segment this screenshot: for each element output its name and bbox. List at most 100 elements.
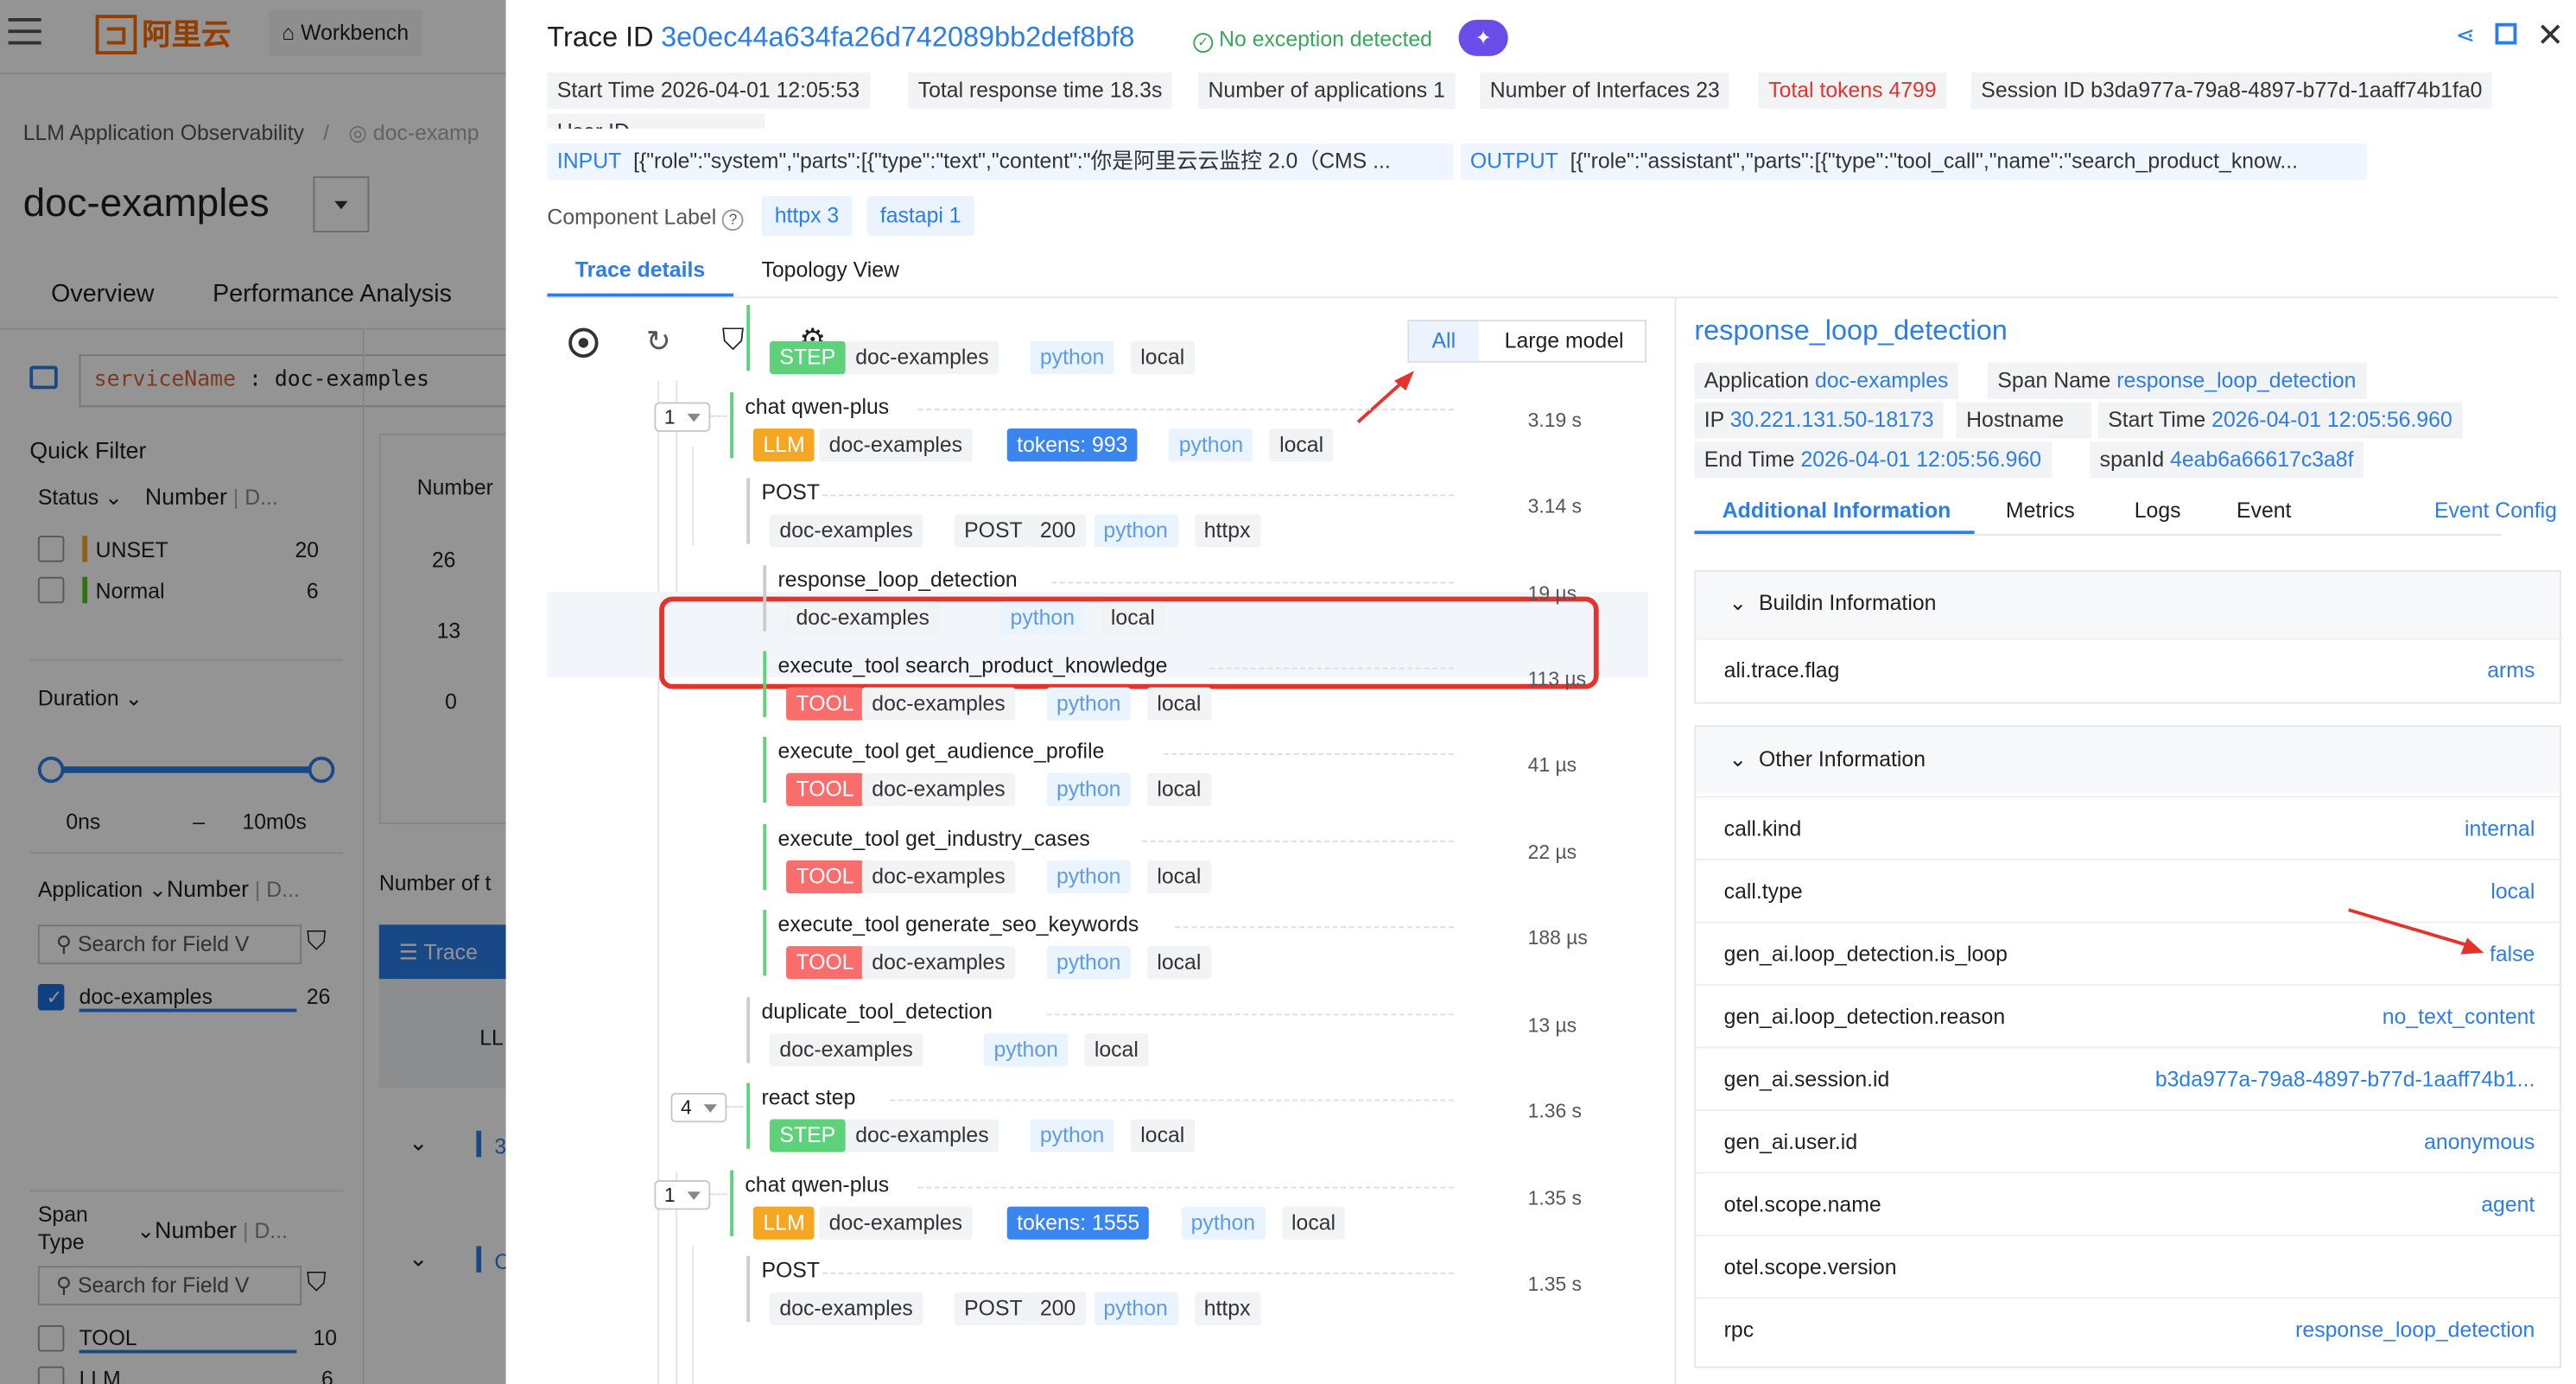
tag: POST: [954, 1292, 1033, 1325]
attribute-value[interactable]: internal: [2465, 816, 2535, 841]
attribute-row: gen_ai.user.id anonymous: [1696, 1109, 2563, 1172]
annotation-arrow: [2348, 908, 2484, 955]
tag: 200: [1030, 514, 1086, 548]
tag: local: [1084, 1033, 1149, 1067]
span-name: execute_tool search_product_knowledge: [777, 652, 1168, 678]
other-toggle[interactable]: ⌄ Other Information: [1729, 746, 1926, 773]
status-badge: ✓ No exception detected: [1193, 27, 1432, 54]
input-field[interactable]: INPUT [{"role":"system","parts":[{"type"…: [547, 143, 1454, 180]
attribute-value[interactable]: false: [2490, 941, 2535, 966]
attribute-row: gen_ai.session.id b3da977a-79a8-4897-b77d…: [1696, 1046, 2563, 1110]
tag: doc-examples: [786, 601, 940, 635]
span-row[interactable]: POST doc-examples POST 200 python httpx 3.14 s: [547, 474, 1667, 560]
attribute-row: otel.scope.name agent: [1696, 1171, 2563, 1235]
tag: python: [1181, 1206, 1266, 1240]
span-row[interactable]: execute_tool get_audience_profile TOOL doc…: [547, 733, 1667, 819]
span-row[interactable]: chat qwen-plus 1 LLM doc-examples tokens: 99…: [547, 389, 1667, 474]
span-name: execute_tool get_industry_cases: [777, 825, 1090, 851]
tag: local: [1130, 1119, 1195, 1152]
span-duration: 22 µs: [1527, 841, 1577, 864]
buildin-toggle[interactable]: ⌄ Buildin Information: [1729, 590, 1936, 617]
tag: doc-examples: [769, 1033, 923, 1067]
tag: local: [1146, 946, 1211, 980]
trace-id-value[interactable]: 3e0ec44a634fa26d742089bb2def8bf8: [661, 22, 1134, 54]
tag: local: [1281, 1206, 1346, 1240]
span-row[interactable]: execute_tool get_industry_cases TOOL doc-e…: [547, 821, 1667, 906]
span-duration: 19 µs: [1527, 581, 1577, 606]
tab-metrics[interactable]: Metrics: [2006, 498, 2075, 523]
span-duration: 3.14 s: [1527, 494, 1583, 518]
span-row[interactable]: react step 4 STEP doc-examples python local 1.…: [547, 1080, 1667, 1165]
attribute-value[interactable]: anonymous: [2424, 1129, 2535, 1154]
tag: doc-examples: [769, 1292, 923, 1325]
ai-analysis-button[interactable]: ✦: [1458, 19, 1508, 56]
tab-trace-details[interactable]: Trace details: [575, 257, 705, 283]
attribute-value[interactable]: no_text_content: [2382, 1004, 2535, 1029]
close-icon[interactable]: ✕: [2536, 15, 2564, 56]
tag: local: [1146, 860, 1211, 894]
token-badge: tokens: 1555: [1006, 1206, 1150, 1240]
attribute-row: otel.scope.version: [1696, 1235, 2563, 1298]
span-row[interactable]: duplicate_tool_detection doc-examples pyth…: [547, 994, 1667, 1079]
span-name: chat qwen-plus: [745, 393, 890, 419]
tag: python: [1030, 340, 1114, 375]
chevron-down-icon: ⌄: [1729, 590, 1748, 615]
attribute-value[interactable]: arms: [2487, 657, 2535, 682]
component-tag[interactable]: httpx 3: [761, 196, 853, 236]
trace-summary: Start Time 2026-04-01 12:05:53 Total res…: [547, 72, 2541, 129]
span-name: execute_tool get_audience_profile: [777, 738, 1105, 764]
tag: python: [1046, 860, 1131, 894]
tab-event[interactable]: Event: [2237, 498, 2291, 523]
tag: local: [1101, 601, 1165, 635]
attribute-value[interactable]: response_loop_detection: [2295, 1317, 2535, 1342]
span-row[interactable]: chat qwen-plus 1 LLM doc-examples tokens: 15…: [547, 1167, 1667, 1253]
tab-additional-info[interactable]: Additional Information: [1723, 498, 1951, 523]
trace-tree-panel: ↻ ⛉ ⚙ All Large model STEP doc-examples py…: [547, 298, 1676, 1384]
tag: python: [1169, 429, 1253, 462]
open-external-icon[interactable]: [2495, 22, 2517, 45]
tag: local: [1130, 340, 1195, 375]
tab-logs[interactable]: Logs: [2135, 498, 2181, 523]
tag: httpx: [1194, 514, 1260, 548]
span-duration: 188 µs: [1527, 926, 1588, 949]
collapse-count[interactable]: 1: [654, 402, 711, 432]
tag: local: [1146, 687, 1211, 721]
span-row[interactable]: STEP doc-examples python local: [547, 302, 1667, 387]
tag: python: [1046, 946, 1131, 980]
tag: doc-examples: [769, 514, 923, 548]
collapse-count[interactable]: 1: [654, 1180, 711, 1210]
span-row[interactable]: POST doc-examples POST 200 python httpx 1.35 s: [547, 1253, 1667, 1338]
tag: doc-examples: [845, 1119, 999, 1152]
span-row[interactable]: response_loop_detection doc-examples pytho…: [547, 562, 1667, 648]
span-title: response_loop_detection: [1694, 314, 2008, 346]
attribute-value[interactable]: agent: [2481, 1191, 2535, 1216]
span-type-badge: LLM: [752, 1206, 815, 1240]
tag: local: [1269, 429, 1334, 462]
event-config-link[interactable]: Event Config: [2434, 498, 2557, 523]
output-field[interactable]: OUTPUT [{"role":"assistant","parts":[{"t…: [1460, 143, 2367, 180]
span-type-badge: STEP: [769, 340, 846, 375]
span-duration: 3.19 s: [1527, 409, 1583, 432]
span-duration: 1.35 s: [1527, 1186, 1583, 1210]
check-circle-icon: ✓: [1193, 33, 1214, 54]
span-type-badge: TOOL: [786, 946, 865, 980]
tag: python: [1030, 1119, 1114, 1152]
share-icon[interactable]: ⋖: [2456, 22, 2475, 49]
span-duration: 41 µs: [1527, 752, 1577, 777]
span-type-badge: TOOL: [786, 860, 865, 894]
attribute-value[interactable]: local: [2490, 879, 2535, 904]
chevron-down-icon: ⌄: [1729, 746, 1748, 771]
help-icon[interactable]: ?: [722, 209, 744, 232]
span-row[interactable]: execute_tool search_product_knowledge TOO…: [547, 648, 1667, 733]
component-tag[interactable]: fastapi 1: [866, 196, 974, 236]
span-name: duplicate_tool_detection: [761, 999, 993, 1024]
collapse-count[interactable]: 4: [670, 1092, 727, 1123]
span-name: chat qwen-plus: [745, 1171, 890, 1197]
tag: python: [984, 1033, 1069, 1067]
attribute-value[interactable]: b3da977a-79a8-4897-b77d-1aaff74b1...: [2155, 1066, 2535, 1091]
tag: local: [1146, 772, 1211, 806]
overlay-mask[interactable]: [0, 0, 506, 1384]
span-name: react step: [761, 1084, 856, 1110]
tab-topology-view[interactable]: Topology View: [761, 257, 898, 283]
span-row[interactable]: execute_tool generate_seo_keywords TOOL do…: [547, 906, 1667, 992]
